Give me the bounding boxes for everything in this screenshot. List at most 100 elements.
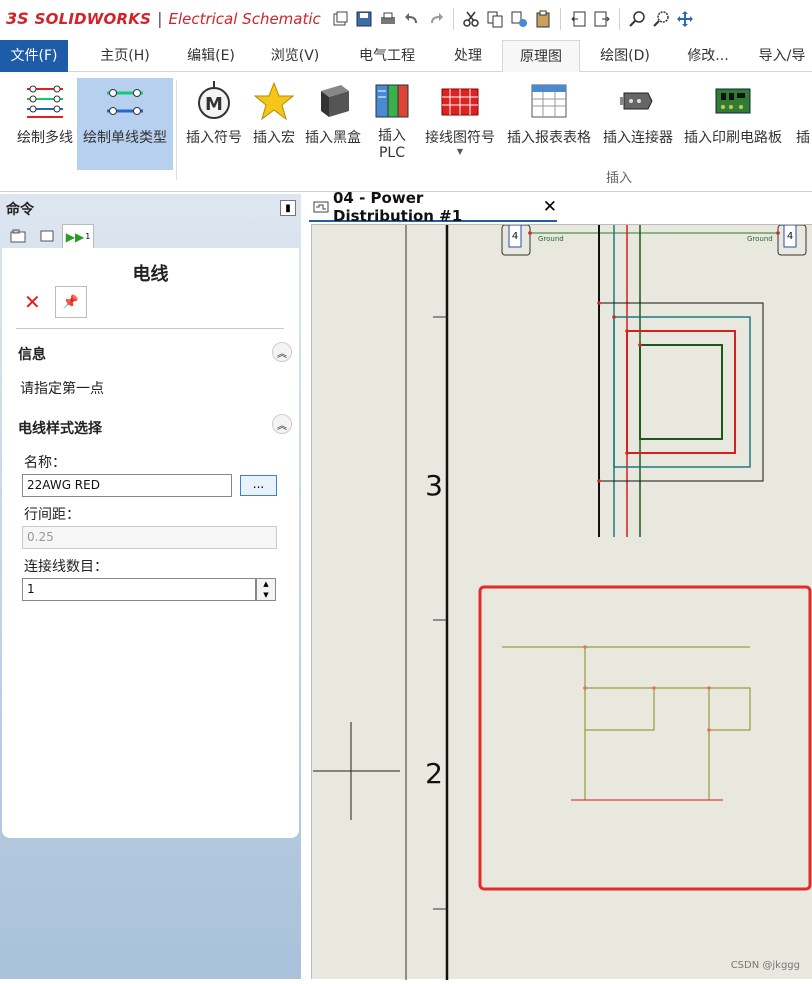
menu-modify[interactable]: 修改... [674, 40, 742, 72]
insert-black-box-button[interactable]: 插入黑盒 [302, 78, 364, 147]
tab-components-icon[interactable] [33, 224, 61, 248]
menu-view[interactable]: 浏览(V) [260, 40, 330, 72]
redo-icon[interactable] [426, 8, 446, 30]
tab-documents-icon[interactable] [4, 224, 32, 248]
watermark: CSDN @jkggg [730, 960, 800, 971]
dropdown-arrow-icon[interactable]: ▼ [457, 147, 463, 156]
menu-home[interactable]: 主页(H) [88, 40, 162, 72]
browse-button[interactable]: ... [240, 475, 277, 496]
junction-point [652, 686, 656, 690]
ribbon-overflow-button[interactable]: 插 [794, 78, 812, 147]
draw-multiwire-button[interactable]: 绘制多线 [12, 78, 78, 147]
wire-count-field[interactable]: 1 [22, 578, 256, 601]
insert-report-table-button[interactable]: 插入报表表格 [502, 78, 596, 147]
ribbon-group-label: 插入 [606, 171, 633, 186]
print-icon[interactable] [378, 8, 398, 30]
collapse-up-icon[interactable]: ︽ [272, 414, 292, 434]
next-page-icon[interactable] [592, 8, 612, 30]
junction-point [528, 231, 532, 235]
motor-symbol-icon: M [194, 78, 234, 124]
tab-command-active[interactable]: ▶▶ 1 [62, 224, 94, 248]
cut-icon[interactable] [461, 8, 481, 30]
wire-name-field[interactable]: 22AWG RED [22, 474, 232, 497]
single-wire [584, 687, 655, 731]
junction-point [638, 343, 642, 347]
plc-icon [372, 78, 412, 124]
terminal-caption: Ground [538, 235, 564, 243]
document-tab[interactable]: 04 - Power Distribution #1 ✕ [309, 189, 557, 225]
insert-symbol-button[interactable]: M 插入符号 [183, 78, 245, 147]
menu-edit[interactable]: 编辑(E) [176, 40, 246, 72]
ribbon-button-label: 插 [796, 130, 810, 146]
insert-plc-button[interactable]: 插入 PLC [368, 78, 416, 162]
wire-loop [639, 344, 723, 440]
spin-up-icon[interactable]: ▲ [257, 579, 275, 590]
ribbon-button-label: 绘制多线 [17, 130, 73, 146]
undo-icon[interactable] [402, 8, 422, 30]
app-logo: 3S SOLIDWORKS | Electrical Schematic [6, 9, 321, 28]
command-panel-tabs: ▶▶ 1 [0, 222, 301, 248]
ribbon-button-label: 插入符号 [186, 130, 242, 146]
highlight-box [478, 585, 812, 891]
wire-count-stepper[interactable]: ▲ ▼ [256, 578, 276, 601]
draw-single-wire-button[interactable]: 绘制单线类型 [77, 78, 173, 170]
paste-icon[interactable] [533, 8, 553, 30]
ribbon-button-label: 插入 PLC [378, 128, 406, 161]
terminal-strip-icon [440, 78, 480, 124]
brand-name: SOLIDWORKS [34, 9, 152, 28]
toolbar-divider [619, 8, 620, 30]
menu-draw[interactable]: 绘图(D) [588, 40, 662, 72]
menu-import-export[interactable]: 导入/导 [752, 40, 812, 72]
ribbon-button-label: 插入报表表格 [507, 130, 591, 146]
line-spacing-field: 0.25 [22, 526, 277, 549]
menu-electrical-project[interactable]: 电气工程 [344, 40, 430, 72]
new-document-icon[interactable] [330, 8, 350, 30]
insert-macro-button[interactable]: 插入宏 [249, 78, 299, 147]
junction-point [625, 329, 629, 333]
wire-style-section-header[interactable]: 电线样式选择 [18, 418, 102, 438]
zoom-window-icon[interactable] [651, 8, 671, 30]
ribbon: 绘制多线 绘制单线类型 M 插入符号 插入宏 插入黑盒 插入 PLC 接线图符号… [0, 72, 812, 192]
cancel-close-icon[interactable]: ✕ [24, 290, 41, 314]
ribbon-divider [176, 80, 177, 180]
junction-point [707, 686, 711, 690]
collapse-up-icon[interactable]: ︽ [272, 342, 292, 362]
command-panel-title: 命令 [6, 202, 34, 218]
terminal-number: 4 [512, 231, 518, 242]
schematic-drawing: 3 2 4 Ground 4 Ground [313, 224, 812, 980]
row-label-2: 2 [425, 757, 443, 790]
schematic-canvas[interactable]: 3 2 4 Ground 4 Ground CSDN @jkggg [311, 224, 812, 980]
copy-format-icon[interactable] [509, 8, 529, 30]
save-icon[interactable] [354, 8, 374, 30]
connector-icon [618, 78, 658, 124]
pan-icon[interactable] [675, 8, 695, 30]
pin-panel-icon[interactable]: ▮ [280, 200, 296, 216]
name-label: 名称： [24, 455, 66, 471]
tab-schematic[interactable]: 原理图 [502, 40, 580, 73]
junction-point [625, 451, 629, 455]
terminal-strip-symbol-button[interactable]: 接线图符号 ▼ [420, 78, 500, 156]
spin-down-icon[interactable]: ▼ [257, 590, 275, 601]
star-macro-icon [254, 78, 294, 124]
info-section-header[interactable]: 信息 [18, 344, 46, 364]
junction-point [707, 728, 711, 732]
menu-file[interactable]: 文件(F) [0, 40, 68, 72]
terminal-number: 4 [787, 231, 793, 242]
zoom-icon[interactable] [627, 8, 647, 30]
row-label-3: 3 [425, 469, 443, 502]
keep-visible-pin-icon[interactable]: 📌 [55, 286, 87, 318]
single-wire-icon [105, 78, 145, 124]
title-bar: 3S SOLIDWORKS | Electrical Schematic [0, 0, 812, 40]
previous-page-icon[interactable] [568, 8, 588, 30]
ds-logo: 3S [6, 9, 29, 28]
junction-point [612, 315, 616, 319]
insert-pcb-button[interactable]: 插入印刷电路板 [680, 78, 786, 147]
insert-connector-button[interactable]: 插入连接器 [598, 78, 678, 147]
menu-process[interactable]: 处理 [440, 40, 496, 72]
toolbar-divider [453, 8, 454, 30]
copy-icon[interactable] [485, 8, 505, 30]
multi-wire-icon [25, 78, 65, 124]
close-tab-icon[interactable]: ✕ [543, 197, 557, 217]
junction-point [583, 686, 587, 690]
svg-text:M: M [205, 94, 223, 115]
